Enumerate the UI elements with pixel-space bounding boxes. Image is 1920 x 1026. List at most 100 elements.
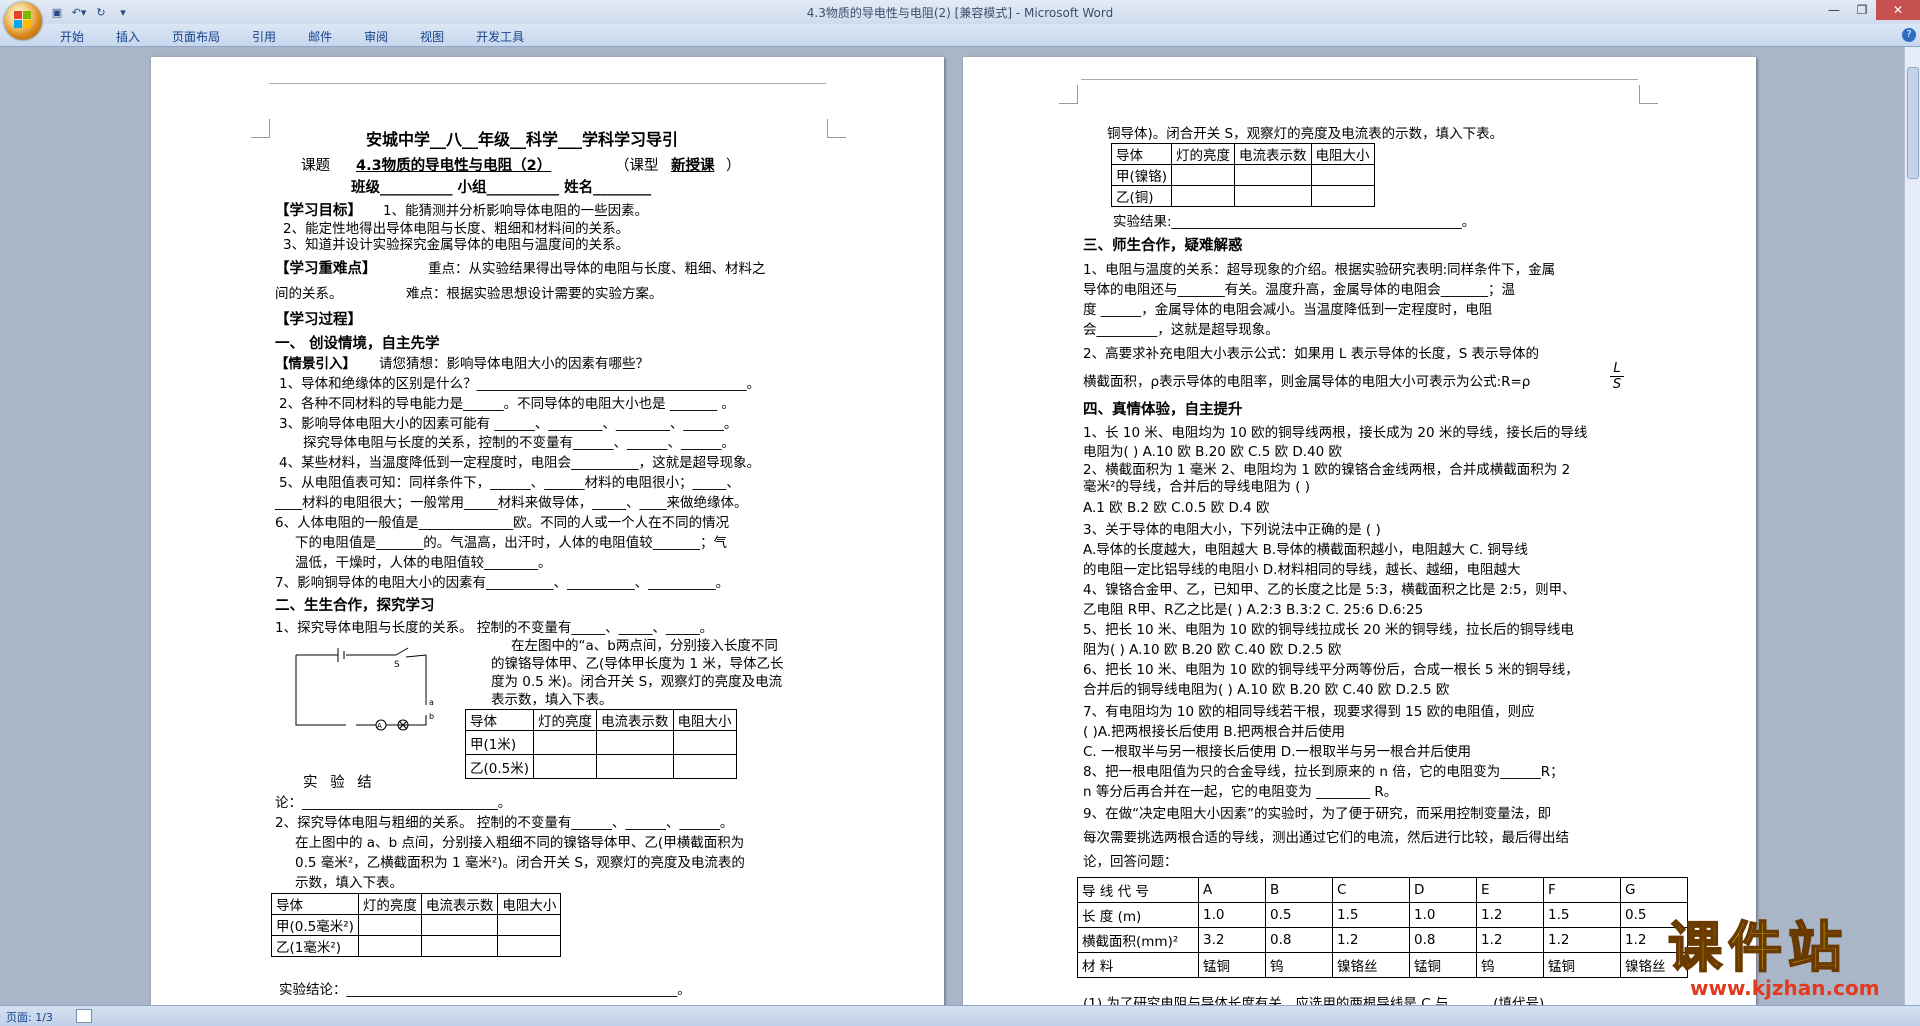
table-row: 导 线 代 号 A B C D E F G	[1077, 877, 1688, 903]
table-cell[interactable]	[596, 730, 674, 755]
table-header-cell: 电阻大小	[1310, 143, 1375, 165]
scrollbar-thumb[interactable]	[1907, 67, 1919, 179]
table-cell[interactable]	[1171, 164, 1236, 186]
exercise-line: 每次需要挑选两根合适的导线，测出通过它们的电流，然后进行比较，最后得出结	[1083, 830, 1569, 846]
minimize-icon[interactable]: —	[1820, 0, 1848, 20]
section-3-line-1: 1、电阻与温度的关系：超导现象的介绍。根据实验研究表明:同样条件下，金属	[1083, 262, 1556, 278]
exercise-line: 3、关于导体的电阻大小，下列说法中正确的是 ( )	[1083, 522, 1381, 538]
table-row: 甲(1米)	[464, 730, 737, 755]
exercise-line: 毫米²的导线，合并后的导线电阻为 ( )	[1083, 479, 1311, 495]
exercise-line: 4、镍铬合金甲、乙，已知甲、乙的长度之比是 5:3，横截面积之比是 2:5，则甲…	[1083, 582, 1576, 598]
table-cell[interactable]	[357, 914, 422, 936]
table-cell[interactable]	[497, 935, 562, 957]
tab-home[interactable]: 开始	[60, 28, 84, 45]
help-icon[interactable]: ?	[1902, 28, 1916, 42]
section-4-heading: 四、真情体验，自主提升	[1083, 402, 1243, 418]
document-page-1[interactable]: 安城中学__八__年级__科学___学科学习导引 课题 4.3物质的导电性与电阻…	[151, 57, 944, 1005]
tab-review[interactable]: 审阅	[364, 28, 388, 45]
exercise-line: 2、横截面积为 1 毫米 2、电阻均为 1 欧的镍铬合金线两根，合并成横截面积为…	[1083, 462, 1571, 478]
table-cell: 3.2	[1198, 927, 1266, 953]
table-cell: 1.5	[1543, 902, 1621, 928]
conclusion-2: 实验结论：___________________________________…	[279, 982, 691, 998]
goal-1: 1、能猜测并分析影响导体电阻的一些因素。	[383, 203, 649, 219]
question-3: 3、影响导体电阻大小的因素可能有 ______、________、_______…	[279, 416, 738, 432]
tab-view[interactable]: 视图	[420, 28, 444, 45]
document-page-2[interactable]: 铜导体)。闭合开关 S，观察灯的亮度及电流表的示数，填入下表。 导体 灯的亮度 …	[963, 57, 1756, 1005]
intro-text: 请您猜想：影响导体电阻大小的因素有哪些？	[379, 356, 649, 372]
exercise-line: A.导体的长度越大，电阻越大 B.导体的横截面积越小，电阻越大 C. 铜导线	[1083, 542, 1528, 558]
table-cell[interactable]	[1310, 185, 1375, 207]
table-cell: D	[1409, 877, 1477, 903]
table-header-cell: 电阻大小	[672, 709, 737, 731]
question-5b: ____材料的电阻很大；一般常用_____材料来做导体，_____、____来做…	[275, 495, 748, 511]
table-cell: G	[1620, 877, 1688, 903]
section-2-heading: 二、生生合作，探究学习	[275, 598, 435, 614]
table-length: 导体 灯的亮度 电流表示数 电阻大小 甲(1米) 乙(0.5米)	[464, 709, 737, 779]
table-cell: 1.2	[1332, 927, 1410, 953]
close-icon[interactable]: ✕	[1876, 0, 1920, 20]
table-cell[interactable]	[533, 754, 598, 779]
margin-corner-mark	[1639, 85, 1658, 104]
formula-denominator: S	[1610, 376, 1624, 392]
key-point-cont: 间的关系。	[275, 286, 343, 302]
doc-header: 安城中学__八__年级__科学___学科学习导引	[366, 130, 679, 149]
exercise-line: 7、有电阻均为 10 欧的相同导线若干根，现要求得到 15 欧的电阻值，则应	[1083, 704, 1535, 720]
page-count[interactable]: 页面: 1/3	[6, 1009, 53, 1025]
exercise-line: 的电阻一定比铝导线的电阻小 D.材料相同的导线，越长、越细，电阻越大	[1083, 562, 1521, 578]
table-cell[interactable]	[1234, 185, 1312, 207]
status-bar: 页面: 1/3	[0, 1005, 1920, 1026]
exercise-line: 5、把长 10 米、电阻为 10 欧的铜导线拉成长 20 米的铜导线，拉长后的铜…	[1083, 622, 1574, 638]
margin-corner-mark	[251, 119, 270, 138]
exercise-line: 论，回答问题：	[1083, 854, 1178, 870]
margin-corner-mark	[827, 119, 846, 138]
table-row: 乙(铜)	[1110, 185, 1375, 207]
tab-references[interactable]: 引用	[252, 28, 276, 45]
table-cell: A	[1198, 877, 1266, 903]
table-cell[interactable]	[596, 754, 674, 779]
office-logo-icon	[14, 11, 32, 29]
table-row: 导体 灯的亮度 电流表示数 电阻大小	[464, 709, 737, 731]
tab-developer[interactable]: 开发工具	[476, 28, 524, 45]
exercise-line: 9、在做“决定电阻大小因素”的实验时，为了便于研究，而采用控制变量法，即	[1083, 806, 1552, 822]
table-header-cell: 电流表示数	[596, 709, 674, 731]
proofing-icon[interactable]	[76, 1009, 92, 1023]
table-cell[interactable]	[533, 730, 598, 755]
table-cell[interactable]	[1234, 164, 1312, 186]
table-cell[interactable]	[672, 730, 737, 755]
table-cell: B	[1265, 877, 1333, 903]
question-7: 7、影响铜导体的电阻大小的因素有__________、__________、__…	[275, 575, 730, 591]
table-cell[interactable]	[357, 935, 422, 957]
table-cell[interactable]	[420, 935, 499, 957]
exercise-line: 8、把一根电阻值为只的合金导线，拉长到原来的 n 倍，它的电阻变为______R…	[1083, 764, 1564, 780]
formula-numerator: L	[1613, 361, 1621, 376]
table-cell: 乙(1毫米²)	[271, 935, 359, 957]
table-cell[interactable]	[672, 754, 737, 779]
formula-fraction: L S	[1610, 361, 1624, 392]
experiment-2-title: 2、探究导体电阻与粗细的关系。 控制的不变量有______、______、___…	[275, 815, 734, 831]
table-row: 乙(0.5米)	[464, 754, 737, 779]
experiment-2-desc-1: 在上图中的 a、b 点间，分别接入粗细不同的镍铬导体甲、乙(甲横截面积为	[295, 835, 745, 851]
tab-mailings[interactable]: 邮件	[308, 28, 332, 45]
exercise-line: 乙电阻 R甲、R乙之比是( ) A.2:3 B.3:2 C. 25:6 D.6:…	[1083, 602, 1424, 618]
table-cell[interactable]	[420, 914, 499, 936]
experiment-2-desc-2: 0.5 毫米²，乙横截面积为 1 毫米²)。闭合开关 S，观察灯的亮度及电流表的	[295, 855, 745, 871]
tab-insert[interactable]: 插入	[116, 28, 140, 45]
table-cell: 0.8	[1409, 927, 1477, 953]
vertical-scrollbar[interactable]	[1904, 47, 1920, 1005]
table-cell[interactable]	[1171, 185, 1236, 207]
maximize-icon[interactable]: ❐	[1848, 0, 1876, 20]
svg-text:A: A	[377, 722, 382, 730]
table-header-cell: 电流表示数	[420, 893, 499, 915]
table-row: 乙(1毫米²)	[271, 935, 562, 957]
table-cell[interactable]	[1310, 164, 1375, 186]
document-workspace: 安城中学__八__年级__科学___学科学习导引 课题 4.3物质的导电性与电阻…	[0, 47, 1905, 1005]
svg-text:S: S	[394, 660, 400, 670]
section-3-line-3: 度 ______，金属导体的电阻会减小。当温度降低到一定程度时，电阻	[1083, 302, 1493, 318]
table-cell: 镍铬丝	[1332, 952, 1410, 978]
table-header-cell: 灯的亮度	[1171, 143, 1236, 165]
table-cell: 甲(1米)	[464, 730, 535, 755]
table-cell[interactable]	[497, 914, 562, 936]
tab-page-layout[interactable]: 页面布局	[172, 28, 220, 45]
window-title: 4.3物质的导电性与电阻(2) [兼容模式] - Microsoft Word	[806, 6, 1114, 20]
office-button[interactable]	[4, 2, 42, 40]
